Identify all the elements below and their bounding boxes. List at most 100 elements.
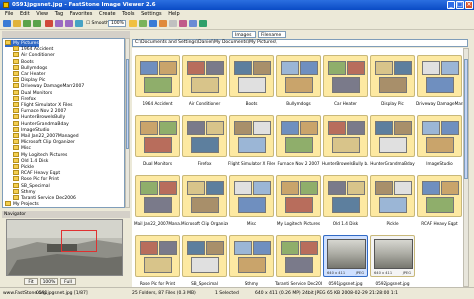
menu-file[interactable]: File bbox=[5, 11, 13, 17]
rotate-left-button[interactable] bbox=[55, 20, 63, 27]
fullscreen-button[interactable] bbox=[139, 20, 147, 27]
folder-thumbnail[interactable]: Firefox bbox=[181, 110, 228, 171]
smooth-checkbox[interactable]: ☐ Smooth bbox=[86, 20, 109, 27]
menu-view[interactable]: View bbox=[36, 11, 48, 17]
folder-icon bbox=[182, 115, 227, 157]
thumbnail-frame: 640 x 411 JPEG bbox=[370, 235, 415, 277]
folder-preview-image bbox=[422, 121, 440, 135]
open-folder-button[interactable] bbox=[3, 20, 11, 27]
zoom-select[interactable]: 100% bbox=[108, 20, 126, 27]
folder-thumbnail[interactable]: Pickle bbox=[369, 170, 416, 231]
crop-button[interactable] bbox=[159, 20, 167, 27]
maximize-button[interactable]: □ bbox=[456, 1, 464, 9]
preview-viewport-box[interactable] bbox=[61, 230, 97, 252]
settings-button[interactable] bbox=[189, 20, 197, 27]
folder-preview-image bbox=[426, 77, 454, 93]
help-button[interactable] bbox=[199, 20, 207, 27]
path-field[interactable]: C:\Documents and Settings\Daniel\My Docu… bbox=[132, 39, 468, 47]
thumbnail-label: Car Heater bbox=[334, 101, 357, 106]
delete-button[interactable] bbox=[45, 20, 53, 27]
menu-tools[interactable]: Tools bbox=[122, 11, 134, 17]
folder-icon bbox=[13, 164, 19, 169]
browse-folder-button[interactable] bbox=[13, 20, 21, 27]
status-bar: www.FastStone.org 0591jpgsnet.jpg [1/87]… bbox=[0, 287, 474, 299]
zoom-button[interactable] bbox=[75, 20, 83, 27]
folder-thumbnail[interactable]: Car Heater bbox=[322, 50, 369, 111]
folder-thumbnail[interactable]: HunterGrandmaBday bbox=[369, 110, 416, 171]
folder-thumbnail[interactable]: HunterBrowelsBully b... bbox=[322, 110, 369, 171]
scrollbar-thumb[interactable] bbox=[464, 59, 468, 179]
image-thumbnail[interactable]: 640 x 411 JPEG 0592jpgsnet.jpg bbox=[369, 230, 416, 287]
full-button[interactable]: Full bbox=[60, 278, 76, 285]
fit-button[interactable]: Fit bbox=[24, 278, 38, 285]
folder-thumbnail[interactable]: SB_Specimal bbox=[181, 230, 228, 287]
menu-create[interactable]: Create bbox=[99, 11, 116, 17]
folder-thumbnail[interactable]: ImageStudio bbox=[416, 110, 463, 171]
folder-thumbnail[interactable]: Dual Monitors bbox=[134, 110, 181, 171]
folder-preview-image bbox=[281, 121, 299, 135]
tree-item-label: My Projects bbox=[13, 202, 39, 208]
tab-images[interactable]: Images bbox=[232, 31, 256, 38]
image-thumbnail[interactable]: 640 x 411 JPEG 0591jpgsnet.jpg bbox=[322, 230, 369, 287]
folder-preview-image bbox=[426, 137, 454, 153]
navigator-preview[interactable] bbox=[6, 219, 123, 276]
slideshow-button[interactable] bbox=[129, 20, 137, 27]
folder-thumbnail[interactable]: Flight Simulator X Files bbox=[228, 110, 275, 171]
toolbar: ☐ Smooth 100% bbox=[0, 19, 474, 30]
folder-icon bbox=[13, 157, 19, 163]
folder-thumbnail[interactable]: Driveway DamageMarr... bbox=[416, 50, 463, 111]
folder-thumbnail[interactable]: Boots bbox=[228, 50, 275, 111]
folder-thumbnail[interactable]: Bullymdogs bbox=[275, 50, 322, 111]
minimize-button[interactable]: _ bbox=[447, 1, 455, 9]
folder-preview-image bbox=[238, 197, 266, 213]
thumbnail-label: HunterGrandmaBday bbox=[370, 161, 415, 166]
folder-thumbnail[interactable]: RCAF Heavy Eqpt bbox=[416, 170, 463, 231]
folder-thumbnail[interactable]: Mail Jan22_2007Mana... bbox=[134, 170, 181, 231]
folder-thumbnail[interactable]: Rose Pic for Print bbox=[134, 230, 181, 287]
folder-icon bbox=[13, 64, 19, 70]
folder-preview-image bbox=[144, 77, 172, 93]
rotate-right-button[interactable] bbox=[65, 20, 73, 27]
folder-thumbnail[interactable]: Taranti Service Dec2006 bbox=[275, 230, 322, 287]
close-button[interactable]: × bbox=[465, 1, 473, 9]
folder-icon bbox=[370, 175, 415, 217]
folder-thumbnail[interactable]: Air Conditioner bbox=[181, 50, 228, 111]
folder-preview-image bbox=[206, 241, 224, 255]
email-button[interactable] bbox=[179, 20, 187, 27]
thumbnail-frame: 640 x 411 JPEG bbox=[323, 235, 368, 277]
back-button[interactable] bbox=[23, 20, 31, 27]
menu-edit[interactable]: Edit bbox=[20, 11, 30, 17]
menu-settings[interactable]: Settings bbox=[141, 11, 162, 17]
menu-favorites[interactable]: Favorites bbox=[70, 11, 93, 17]
folder-icon bbox=[276, 55, 321, 97]
folder-icon bbox=[13, 114, 19, 120]
folder-thumbnail[interactable]: 1964 Accident bbox=[134, 50, 181, 111]
folder-preview-image bbox=[328, 121, 346, 135]
tab-filename[interactable]: Filename bbox=[258, 31, 286, 38]
folder-thumbnail[interactable]: Misc bbox=[228, 170, 275, 231]
folder-thumbnail[interactable]: Sthmy bbox=[228, 230, 275, 287]
tree-item[interactable]: My Projects bbox=[5, 201, 39, 208]
menu-bar: File Edit View Tag Favorites Create Tool… bbox=[0, 10, 474, 19]
title-bar: 0591jpgsnet.jpg - FastStone Image Viewer… bbox=[0, 0, 474, 10]
actual-size-button[interactable]: 100% bbox=[40, 278, 58, 285]
folder-preview-image bbox=[285, 137, 313, 153]
scrollbar-thumb[interactable] bbox=[126, 59, 129, 149]
folder-thumbnail[interactable]: My Logitech Pictures bbox=[275, 170, 322, 231]
folder-thumbnail[interactable]: Old 1.4 Disk bbox=[322, 170, 369, 231]
edit-button[interactable] bbox=[149, 20, 157, 27]
folder-icon bbox=[182, 235, 227, 277]
folder-tree-scrollbar[interactable] bbox=[125, 38, 130, 208]
folder-icon bbox=[13, 95, 19, 101]
folder-icon bbox=[13, 170, 19, 176]
folder-preview-image bbox=[285, 257, 313, 273]
forward-button[interactable] bbox=[33, 20, 41, 27]
status-folder-count: 25 Folders, 87 Files (0.3 MB) bbox=[132, 291, 196, 296]
thumbnail-scrollbar[interactable] bbox=[463, 48, 469, 287]
folder-thumbnail[interactable]: Display Pic bbox=[369, 50, 416, 111]
folder-thumbnail[interactable]: Microsoft Clip Organizer bbox=[181, 170, 228, 231]
folder-thumbnail[interactable]: Furnace Nov 2 2007 bbox=[275, 110, 322, 171]
menu-help[interactable]: Help bbox=[168, 11, 179, 17]
menu-tag[interactable]: Tag bbox=[55, 11, 63, 17]
print-button[interactable] bbox=[169, 20, 177, 27]
